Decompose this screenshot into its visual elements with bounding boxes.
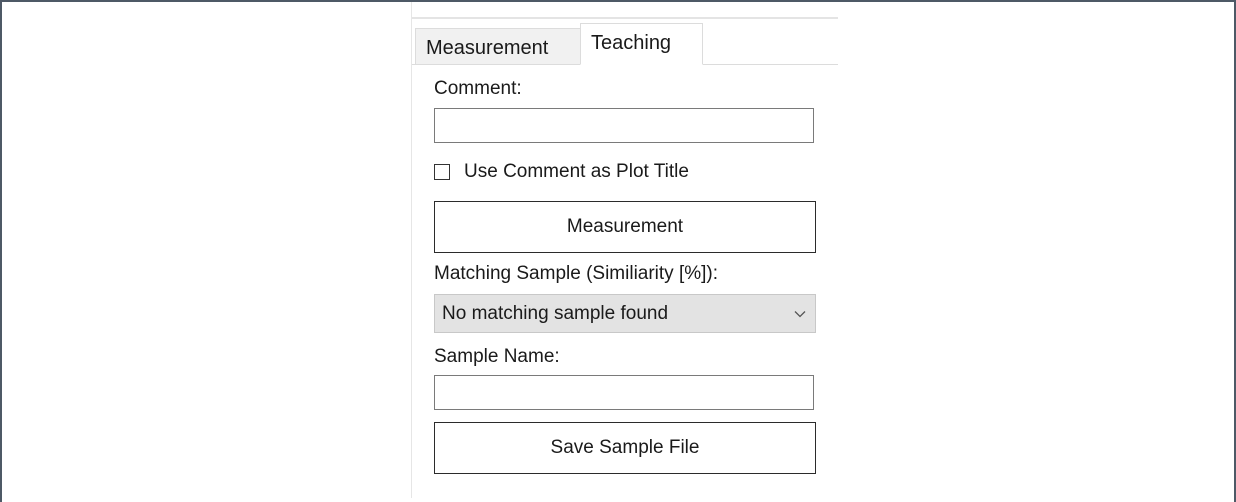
- comment-label: Comment:: [434, 78, 522, 99]
- measurement-button[interactable]: Measurement: [434, 201, 816, 253]
- use-comment-row[interactable]: Use Comment as Plot Title: [434, 160, 689, 184]
- save-sample-file-button[interactable]: Save Sample File: [434, 422, 816, 474]
- tab-measurement-label: Measurement: [426, 37, 549, 59]
- matching-sample-dropdown[interactable]: No matching sample found: [434, 294, 816, 333]
- use-comment-label[interactable]: Use Comment as Plot Title: [464, 161, 689, 183]
- comment-input[interactable]: [434, 108, 814, 143]
- teaching-panel: Measurement Teaching Comment: Use Commen…: [411, 2, 840, 498]
- tab-measurement[interactable]: Measurement: [415, 28, 583, 64]
- matching-sample-value: No matching sample found: [442, 302, 669, 324]
- window-frame: Measurement Teaching Comment: Use Commen…: [0, 0, 1236, 502]
- use-comment-checkbox[interactable]: [434, 164, 450, 180]
- sample-name-input[interactable]: [434, 375, 814, 410]
- tab-teaching[interactable]: Teaching: [580, 23, 703, 65]
- matching-sample-label: Matching Sample (Similiarity [%]):: [434, 263, 719, 284]
- tab-teaching-label: Teaching: [591, 32, 672, 54]
- chevron-down-icon: [785, 304, 815, 324]
- top-divider: [412, 17, 838, 19]
- sample-name-label: Sample Name:: [434, 346, 560, 367]
